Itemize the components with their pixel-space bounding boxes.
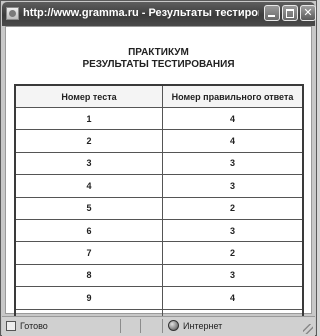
answer-cell: 3 <box>162 151 304 176</box>
test-number-cell: 2 <box>14 129 163 153</box>
test-number-cell: 4 <box>14 174 163 198</box>
heading-practicum: ПРАКТИКУМ <box>128 47 189 58</box>
table-row: 2 4 <box>14 129 304 153</box>
test-number-cell: 1 <box>14 106 163 131</box>
answer-cell: 2 <box>162 196 304 220</box>
close-button[interactable]: ✕ <box>300 5 316 21</box>
answer-cell: 3 <box>162 174 304 198</box>
minimize-button[interactable] <box>264 5 280 21</box>
window-title: http://www.gramma.ru - Результаты тестир… <box>23 7 259 19</box>
browser-icon <box>6 7 19 20</box>
table-row: 8 3 <box>14 263 304 288</box>
table-row: 5 2 <box>14 196 304 220</box>
table-header-row: Номер теста Номер правильного ответа <box>14 84 304 108</box>
table-row: 6 3 <box>14 218 304 243</box>
zone-label: Интернет <box>183 321 223 331</box>
internet-zone-icon <box>168 320 179 331</box>
resize-grip-icon[interactable] <box>303 324 313 334</box>
table-row: 3 3 <box>14 151 304 176</box>
table-row: 4 3 <box>14 174 304 198</box>
test-number-cell: 9 <box>14 286 163 310</box>
status-divider <box>140 319 141 333</box>
results-table: Номер теста Номер правильного ответа 1 4… <box>14 84 304 333</box>
status-divider <box>120 319 121 333</box>
title-bar[interactable]: http://www.gramma.ru - Результаты тестир… <box>2 2 316 26</box>
page-icon <box>6 321 16 331</box>
status-text: Готово <box>20 321 48 331</box>
test-number-cell: 5 <box>14 196 163 220</box>
answer-cell: 3 <box>162 218 304 243</box>
column-header-correct-answer: Номер правильного ответа <box>162 84 304 108</box>
answer-cell: 4 <box>162 286 304 310</box>
status-bar: Готово Интернет <box>2 316 315 336</box>
page-heading: ПРАКТИКУМ РЕЗУЛЬТАТЫ ТЕСТИРОВАНИЯ <box>6 47 311 71</box>
status-divider <box>162 319 163 333</box>
test-number-cell: 6 <box>14 218 163 243</box>
maximize-button[interactable] <box>282 5 298 21</box>
test-number-cell: 3 <box>14 151 163 176</box>
table-row: 7 2 <box>14 241 304 265</box>
table-row: 9 4 <box>14 286 304 310</box>
answer-cell: 2 <box>162 241 304 265</box>
answer-cell: 4 <box>162 129 304 153</box>
browser-window: http://www.gramma.ru - Результаты тестир… <box>0 0 317 336</box>
answer-cell: 4 <box>162 106 304 131</box>
column-header-test-number: Номер теста <box>14 84 163 108</box>
test-number-cell: 7 <box>14 241 163 265</box>
table-row: 1 4 <box>14 106 304 131</box>
answer-cell: 3 <box>162 263 304 288</box>
page-content: ПРАКТИКУМ РЕЗУЛЬТАТЫ ТЕСТИРОВАНИЯ Номер … <box>5 26 312 333</box>
test-number-cell: 8 <box>14 263 163 288</box>
heading-results: РЕЗУЛЬТАТЫ ТЕСТИРОВАНИЯ <box>82 59 235 70</box>
